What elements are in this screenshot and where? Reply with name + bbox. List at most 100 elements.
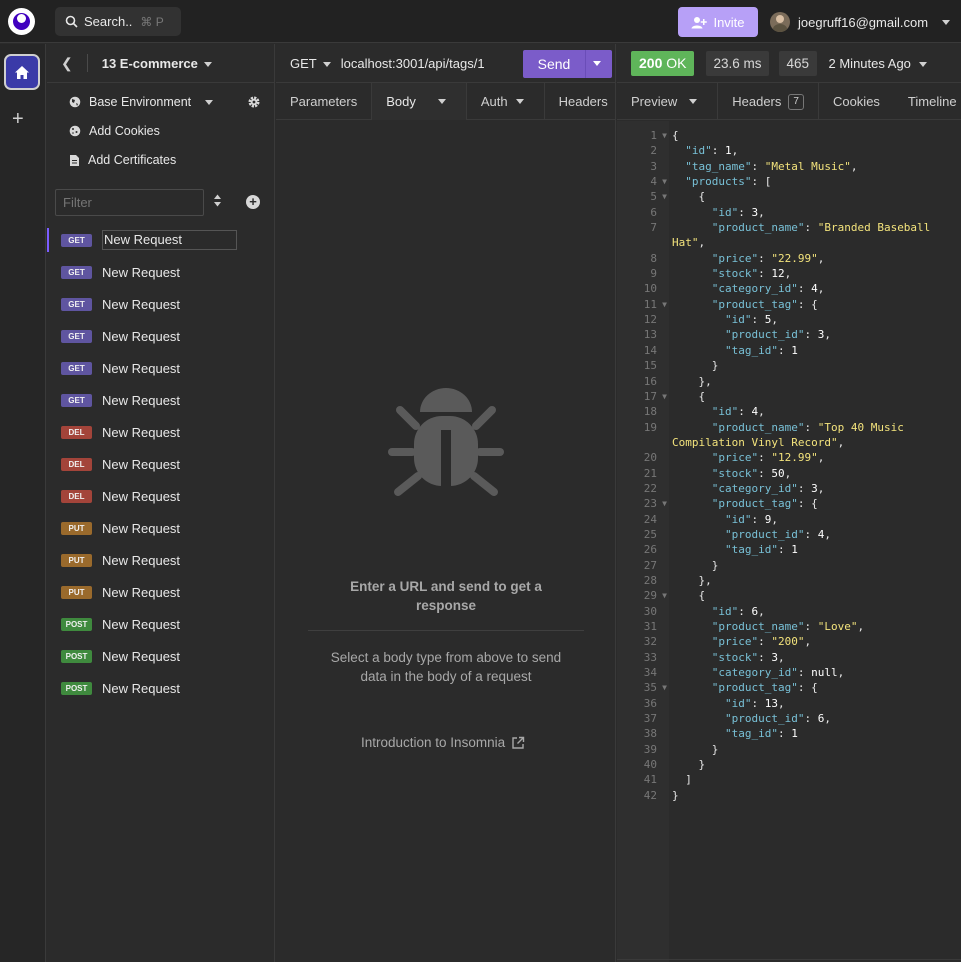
method-badge: PUT — [61, 553, 92, 567]
code-text: "product_name": "Branded Baseball Hat", — [672, 221, 937, 250]
gear-icon[interactable] — [247, 95, 261, 109]
add-circle-icon[interactable]: + — [246, 195, 260, 209]
account-menu[interactable]: joegruff16@gmail.com — [770, 8, 951, 36]
request-item[interactable]: DEL New Request — [47, 416, 275, 448]
home-button[interactable] — [4, 54, 40, 90]
request-item[interactable]: GET New Request — [47, 384, 275, 416]
request-name: New Request — [102, 328, 181, 344]
request-item[interactable]: DEL New Request — [47, 448, 275, 480]
line-number: 31 — [643, 620, 657, 633]
fold-icon[interactable]: ▼ — [657, 297, 672, 312]
line-number: 16 — [643, 374, 657, 388]
code-line: 41 ] — [617, 772, 961, 787]
code-line: 3 "tag_name": "Metal Music", — [617, 159, 961, 174]
tab-parameters[interactable]: Parameters — [276, 83, 373, 120]
top-bar: Search.. ⌘ P Invite joegruff16@gmail.com — [0, 0, 961, 43]
tab-body[interactable]: Body — [372, 83, 467, 120]
method-badge: GET — [61, 361, 92, 375]
add-certificates-button[interactable]: Add Certificates — [69, 150, 176, 170]
back-icon[interactable]: ❮ — [61, 55, 73, 72]
send-button[interactable]: Send — [523, 50, 612, 78]
tab-headers[interactable]: Headers — [545, 83, 622, 120]
tab-label: Auth — [480, 94, 508, 109]
add-cookies-button[interactable]: Add Cookies — [69, 121, 160, 141]
url-input[interactable]: localhost:3001/api/tags/1 — [341, 56, 485, 71]
code-line: 32 "price": "200", — [617, 634, 961, 649]
line-number: 34 — [643, 666, 657, 680]
project-name: 13 E-commerce — [101, 55, 198, 71]
request-item[interactable]: GET New Request — [47, 256, 275, 288]
intro-link[interactable]: Introduction to Insomnia — [361, 735, 525, 750]
request-item[interactable]: GET New Request — [47, 320, 275, 352]
request-item[interactable]: POST New Request — [47, 672, 275, 704]
send-label: Send — [537, 56, 571, 72]
code-line: 15 } — [617, 358, 961, 373]
request-name: New Request — [102, 616, 181, 632]
history-dropdown[interactable]: 2 Minutes Ago — [829, 56, 927, 71]
response-body-code[interactable]: 1 ▼{2 "id": 1, 3 "tag_name": "Metal Music"… — [617, 128, 961, 803]
search-shortcut: ⌘ P — [140, 14, 164, 29]
request-item[interactable]: POST New Request — [47, 640, 275, 672]
request-item[interactable]: DEL New Request — [47, 480, 275, 512]
code-text: "tag_id": 1 — [724, 727, 798, 741]
request-item[interactable]: POST New Request — [47, 608, 275, 640]
line-number: 11 — [643, 297, 657, 311]
line-number: 21 — [643, 466, 657, 480]
size-badge: 465 B — [778, 50, 817, 76]
fold-icon[interactable]: ▼ — [657, 389, 672, 404]
request-item[interactable]: GET New Request — [47, 224, 275, 256]
filter-input[interactable] — [55, 189, 204, 216]
search-button[interactable]: Search.. ⌘ P — [55, 7, 181, 36]
code-line: 1 ▼{ — [617, 128, 961, 143]
line-number: 24 — [643, 512, 657, 526]
response-pane: 200 OK 23.6 ms 465 B 2 Minutes Ago Previ… — [617, 44, 961, 962]
sort-icon[interactable] — [213, 194, 222, 207]
environment-dropdown[interactable]: Base Environment — [69, 92, 214, 112]
code-line: 26 "tag_id": 1 — [617, 542, 961, 557]
code-line: 29 ▼ { — [617, 588, 961, 603]
account-email: joegruff16@gmail.com — [798, 14, 929, 30]
code-text: }, — [672, 573, 712, 587]
code-text: "product_id": 3, — [724, 328, 831, 342]
request-item[interactable]: PUT New Request — [47, 576, 275, 608]
tab-cookies[interactable]: Cookies — [819, 83, 894, 120]
tab-preview[interactable]: Preview — [617, 83, 719, 120]
line-number: 19 — [643, 420, 657, 434]
request-item[interactable]: PUT New Request — [47, 512, 275, 544]
request-item[interactable]: PUT New Request — [47, 544, 275, 576]
plus-icon[interactable]: + — [12, 108, 24, 131]
chevron-down-icon[interactable] — [593, 61, 601, 66]
fold-icon[interactable]: ▼ — [657, 496, 672, 511]
request-item[interactable]: GET New Request — [47, 288, 275, 320]
sidebar: ❮ 13 E-commerce Base Environment Add Coo… — [47, 44, 275, 962]
code-line: 30 "id": 6, — [617, 604, 961, 619]
empty-state-body: Select a body type from above to send da… — [330, 650, 562, 684]
request-item[interactable]: GET New Request — [47, 352, 275, 384]
code-text: { — [672, 190, 706, 204]
project-header: ❮ 13 E-commerce — [47, 44, 275, 83]
fold-icon[interactable]: ▼ — [657, 174, 672, 189]
invite-button[interactable]: Invite — [678, 7, 758, 37]
line-number: 28 — [643, 573, 657, 587]
tab-response-headers[interactable]: Headers 7 — [718, 83, 819, 120]
code-text: } — [672, 758, 706, 772]
tab-timeline[interactable]: Timeline — [894, 83, 961, 120]
tab-auth[interactable]: Auth — [467, 83, 545, 120]
line-number: 35 — [643, 681, 657, 695]
fold-icon[interactable]: ▼ — [657, 680, 672, 695]
code-line: 35 ▼ "product_tag": { — [617, 680, 961, 695]
fold-icon[interactable]: ▼ — [657, 128, 672, 143]
fold-icon[interactable]: ▼ — [657, 588, 672, 603]
fold-icon[interactable]: ▼ — [657, 189, 672, 204]
method-dropdown[interactable]: GET — [290, 56, 331, 71]
line-number: 25 — [643, 527, 657, 541]
project-name-dropdown[interactable]: 13 E-commerce — [102, 56, 212, 71]
